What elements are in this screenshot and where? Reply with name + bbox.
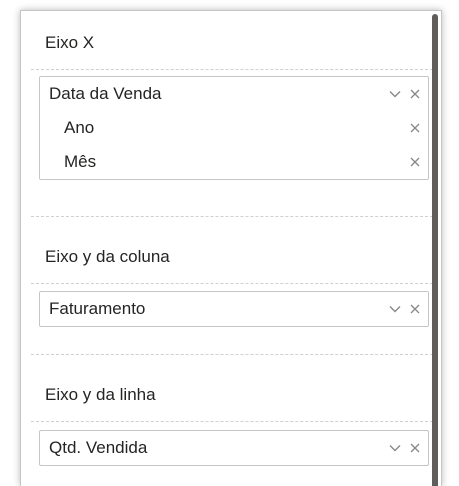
field-item-qtd-vendida[interactable]: Qtd. Vendida (40, 431, 428, 465)
chevron-down-icon[interactable] (389, 444, 401, 452)
section-title-x-axis: Eixo X (45, 33, 95, 52)
field-label: Ano (64, 118, 95, 137)
field-item-data-da-venda[interactable]: Data da Venda (40, 77, 428, 111)
close-icon[interactable] (410, 123, 420, 133)
close-icon[interactable] (410, 443, 420, 453)
chevron-down-icon[interactable] (389, 305, 401, 313)
field-label: Faturamento (49, 299, 146, 318)
field-label: Data da Venda (49, 84, 162, 103)
section-title-line-y-axis: Eixo y da linha (45, 385, 156, 404)
field-well-x-axis: Data da Venda Ano Mês (39, 76, 429, 180)
visualization-fields-panel: Eixo X Data da Venda Ano Mês Eixo y da c… (0, 0, 459, 486)
vertical-scrollbar[interactable] (432, 14, 438, 486)
field-well-column-y-axis: Faturamento (39, 291, 429, 327)
close-icon[interactable] (410, 157, 420, 167)
close-icon[interactable] (410, 89, 420, 99)
section-title-column-y-axis: Eixo y da coluna (45, 247, 170, 266)
field-item-faturamento[interactable]: Faturamento (40, 292, 428, 326)
field-label: Qtd. Vendida (49, 438, 148, 457)
field-item-mes[interactable]: Mês (40, 145, 428, 179)
close-icon[interactable] (410, 304, 420, 314)
chevron-down-icon[interactable] (389, 90, 401, 98)
field-item-ano[interactable]: Ano (40, 111, 428, 145)
field-well-line-y-axis: Qtd. Vendida (39, 430, 429, 466)
field-wells-pane: Eixo X Data da Venda Ano Mês Eixo y da c… (20, 10, 442, 486)
field-label: Mês (64, 152, 97, 171)
